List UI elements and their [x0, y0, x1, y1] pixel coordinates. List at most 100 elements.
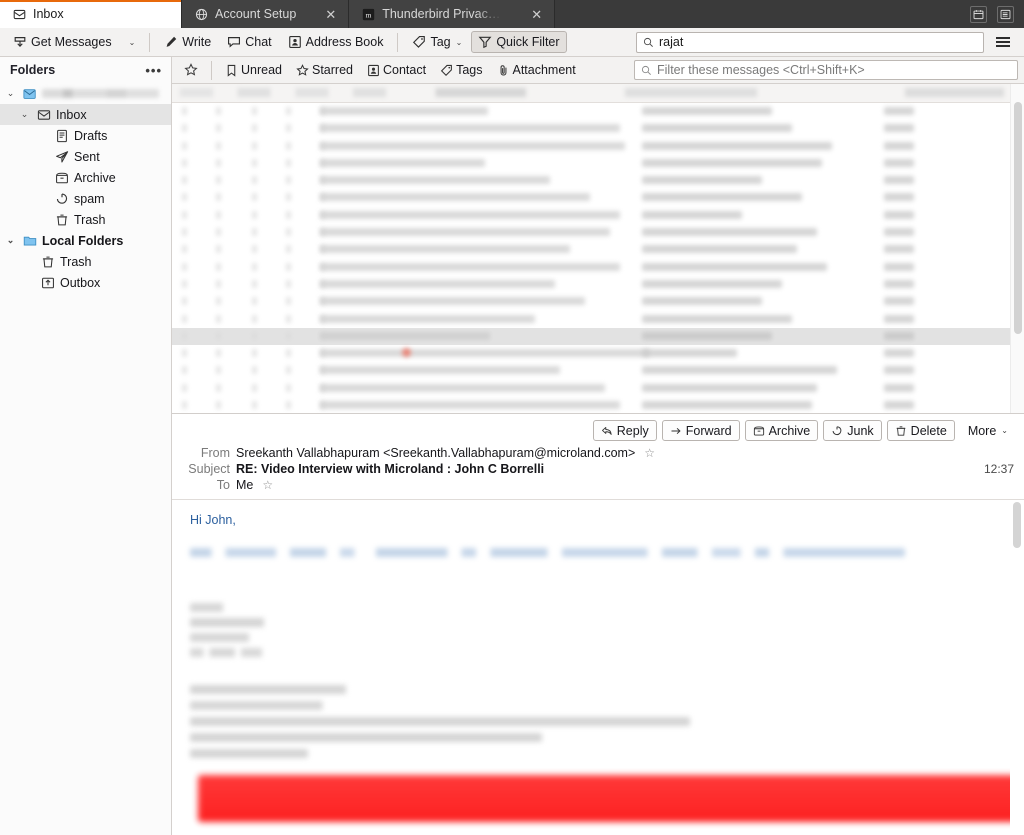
message-row[interactable] [172, 103, 1010, 120]
message-row[interactable] [172, 138, 1010, 155]
sidebar-item-local-folders[interactable]: ⌄ Local Folders [0, 230, 171, 251]
filter-messages-input[interactable]: Filter these messages <Ctrl+Shift+K> [634, 60, 1018, 80]
sidebar-item-local-trash[interactable]: Trash [0, 251, 171, 272]
body-line-redacted [190, 618, 332, 627]
calendar-icon[interactable] [970, 5, 987, 23]
pencil-icon [164, 35, 178, 49]
sidebar-item-outbox[interactable]: Outbox [0, 272, 171, 293]
row-correspondent-redacted [642, 245, 797, 254]
get-messages-dropdown[interactable]: ⌄ [121, 31, 143, 53]
message-list-rows[interactable] [172, 84, 1010, 413]
row-date-redacted [884, 279, 914, 288]
row-subject-redacted [320, 107, 488, 115]
message-row[interactable] [172, 311, 1010, 328]
message-body-scrollbar[interactable] [1010, 500, 1024, 835]
junk-button[interactable]: Junk [823, 420, 882, 441]
tab-account-setup[interactable]: Account Setup ✕ [182, 0, 350, 28]
quick-filter-star-toggle[interactable] [178, 60, 204, 81]
message-row[interactable] [172, 362, 1010, 379]
chevron-down-icon[interactable]: ⌄ [18, 109, 31, 120]
delete-button[interactable]: Delete [886, 420, 955, 441]
message-row[interactable] [172, 276, 1010, 293]
chevron-down-icon[interactable]: ⌄ [4, 235, 17, 246]
message-row[interactable] [172, 241, 1010, 258]
write-button[interactable]: Write [157, 31, 218, 53]
row-date-redacted [884, 228, 914, 237]
row-date-redacted [884, 366, 914, 375]
row-column-marker [286, 401, 291, 410]
scrollbar-thumb[interactable] [1013, 502, 1021, 548]
address-book-button[interactable]: Address Book [281, 31, 391, 53]
tag-button[interactable]: Tag ⌄ [405, 31, 469, 53]
quick-filter-contact[interactable]: Contact [361, 60, 432, 81]
message-row[interactable] [172, 189, 1010, 206]
message-row[interactable] [172, 345, 1010, 362]
reply-button[interactable]: Reply [592, 420, 657, 441]
message-row[interactable] [172, 380, 1010, 397]
sidebar-item-drafts[interactable]: Drafts [0, 125, 171, 146]
tasks-icon[interactable] [997, 5, 1014, 23]
sidebar-item-label: Outbox [60, 275, 101, 290]
sidebar-item-inbox[interactable]: ⌄ Inbox [0, 104, 171, 125]
more-button[interactable]: More ⌄ [960, 420, 1016, 441]
message-row[interactable] [172, 120, 1010, 137]
tab-thunderbird-privacy[interactable]: m Thunderbird Privacy N ✕ [349, 0, 556, 28]
close-icon[interactable]: ✕ [325, 8, 336, 21]
scrollbar-thumb[interactable] [1014, 102, 1022, 334]
archive-button[interactable]: Archive [744, 420, 819, 441]
message-row[interactable] [172, 224, 1010, 241]
message-list-column-headers[interactable] [172, 84, 1010, 103]
folders-title: Folders [10, 63, 56, 77]
message-row[interactable] [172, 397, 1010, 413]
row-column-marker [216, 210, 221, 219]
row-correspondent-redacted [642, 366, 837, 375]
row-correspondent-redacted [642, 228, 817, 237]
sidebar-item-sent[interactable]: Sent [0, 146, 171, 167]
star-icon[interactable]: ☆ [262, 478, 273, 492]
message-list[interactable] [172, 84, 1024, 414]
message-row[interactable] [172, 327, 1010, 346]
folder-pane-menu-icon[interactable]: ••• [145, 63, 162, 78]
quick-filter-starred[interactable]: Starred [290, 60, 359, 81]
quick-filter-unread[interactable]: Unread [219, 60, 288, 81]
close-icon[interactable]: ✕ [531, 8, 542, 21]
search-icon [643, 37, 654, 48]
quoted-line-redacted [190, 717, 690, 726]
row-column-marker [216, 124, 221, 133]
row-column-marker [286, 141, 291, 150]
account-name-redacted [42, 89, 159, 98]
quick-filter-attachment[interactable]: Attachment [491, 60, 582, 81]
sidebar-item-spam[interactable]: spam [0, 188, 171, 209]
download-icon [13, 35, 27, 49]
sidebar-item-archive[interactable]: Archive [0, 167, 171, 188]
to-value[interactable]: Me [236, 478, 253, 492]
row-column-marker [182, 107, 187, 115]
tab-inbox[interactable]: Inbox [0, 0, 182, 28]
sidebar-item-trash[interactable]: Trash [0, 209, 171, 230]
sidebar-item-account[interactable]: ⌄ [0, 83, 171, 104]
message-row[interactable] [172, 207, 1010, 224]
row-correspondent-redacted [642, 297, 762, 306]
sidebar-item-label: Sent [74, 149, 100, 164]
row-column-marker [252, 331, 257, 340]
chevron-down-icon[interactable]: ⌄ [4, 88, 17, 99]
quick-filter-button[interactable]: Quick Filter [471, 31, 567, 53]
message-body[interactable]: Hi John, Hi Sreekanth [172, 500, 1024, 835]
quoted-line-redacted [190, 685, 490, 694]
from-value[interactable]: Sreekanth Vallabhapuram <Sreekanth.Valla… [236, 446, 635, 460]
hamburger-icon[interactable] [992, 34, 1014, 50]
row-column-marker [216, 193, 221, 202]
chat-button[interactable]: Chat [220, 31, 278, 53]
forward-button[interactable]: Forward [661, 420, 740, 441]
quick-filter-tags[interactable]: Tags [434, 60, 488, 81]
search-input[interactable]: rajat [636, 31, 984, 53]
message-list-scrollbar[interactable] [1010, 84, 1024, 413]
star-icon[interactable]: ☆ [644, 446, 655, 460]
message-row[interactable] [172, 259, 1010, 276]
message-row[interactable] [172, 293, 1010, 310]
tab-bar: Inbox Account Setup ✕ m Thunderbird Priv… [0, 0, 1024, 28]
get-messages-button[interactable]: Get Messages [6, 31, 119, 53]
message-row[interactable] [172, 172, 1010, 189]
message-row[interactable] [172, 155, 1010, 172]
tab-label: Thunderbird Privacy N [382, 7, 503, 21]
